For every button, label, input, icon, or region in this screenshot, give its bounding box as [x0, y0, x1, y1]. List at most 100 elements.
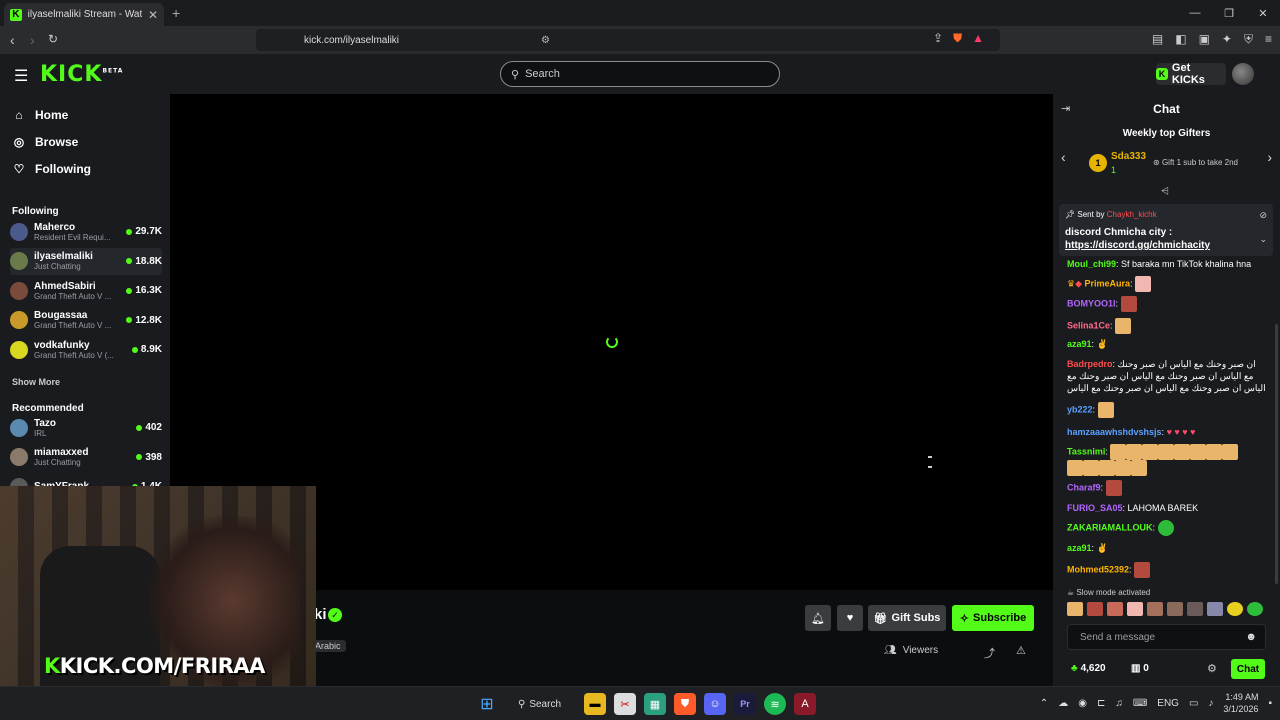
close-tab-icon[interactable]: ✕ [148, 8, 158, 22]
search-input[interactable]: ⚲ Search [500, 61, 780, 87]
send-chat-button[interactable]: Chat [1231, 659, 1265, 679]
emote-icon[interactable] [1127, 602, 1143, 616]
live-dot-icon [136, 424, 143, 431]
taskbar-apps: ⊞ ⚲ Search ▬ ✂ ▦ ⛊ ☺ Pr ≋ A [476, 693, 816, 715]
get-kicks-button[interactable]: K Get KICKs [1156, 62, 1226, 86]
sidebar-channel[interactable]: ilyaselmaliki Just Chatting 18.8K [10, 247, 162, 275]
subscribe-button[interactable]: ✧ Subscribe [952, 605, 1034, 631]
nav-home[interactable]: ⌂ Home [12, 108, 68, 122]
microphone-icon[interactable]: ♫ [1115, 698, 1123, 709]
brave-browser-icon[interactable]: ⛊ [674, 693, 696, 715]
back-button[interactable]: ‹ [10, 32, 15, 48]
discord-icon[interactable]: ☺ [704, 693, 726, 715]
emote-icon[interactable] [1167, 602, 1183, 616]
menu-icon[interactable]: ≡ [1265, 32, 1272, 47]
vpn-icon[interactable]: ⛨ [1244, 32, 1253, 47]
wallet-icon[interactable]: ▣ [1199, 32, 1210, 47]
reload-button[interactable]: ↻ [48, 32, 58, 46]
gift-balance[interactable]: ▥ 0 [1131, 663, 1149, 674]
gift-subs-button[interactable]: 🎁︎ Gift Subs [868, 605, 946, 631]
emote-icon[interactable] [1227, 602, 1243, 616]
sidebar-channel[interactable]: Bougassaa Grand Theft Auto V ... 12.8K [10, 307, 162, 334]
brave-rewards-icon[interactable]: ▲ [972, 31, 984, 46]
sidebar-channel[interactable]: AhmedSabiri Grand Theft Auto V ... 16.3K [10, 277, 162, 304]
nav-following[interactable]: ♡ Following [12, 162, 91, 176]
sidebar-channel[interactable]: vodkafunky Grand Theft Auto V (... 8.9K [10, 336, 162, 363]
gifters-next-icon[interactable]: › [1267, 149, 1272, 165]
emote-icon[interactable] [1087, 602, 1103, 616]
nav-browse[interactable]: ◎ Browse [12, 135, 79, 149]
channel-name: Bougassaa [34, 310, 88, 321]
leo-ai-icon[interactable]: ✦ [1222, 32, 1232, 47]
tab-title: ilyaselmaliki Stream - Watch Live [27, 9, 142, 20]
premiere-pro-icon[interactable]: Pr [734, 693, 756, 715]
address-bar[interactable]: ⚙ kick.com/ilyaselmaliki ⇪ ⛊ ▲ [256, 29, 1000, 51]
site-settings-icon[interactable]: ⚙ [541, 35, 550, 46]
follow-heart-button[interactable]: ♥ [837, 605, 863, 631]
chat-message-input[interactable]: Send a message ☻ [1067, 624, 1266, 650]
chevron-up-icon[interactable]: ⌃ [1040, 698, 1048, 709]
reader-icon[interactable]: ▤ [1152, 32, 1163, 47]
hamburger-menu-icon[interactable]: ☰ [14, 66, 28, 86]
viewers-label: Viewers [902, 645, 939, 656]
gifters-prev-icon[interactable]: ‹ [1061, 149, 1066, 165]
app-tray-icon[interactable]: ◉ [1078, 698, 1087, 709]
filter-icon[interactable]: ⩤ [1161, 186, 1169, 197]
drag-handle[interactable] [928, 456, 932, 468]
chat-scrollbar[interactable] [1275, 324, 1278, 584]
user-avatar[interactable] [1232, 63, 1254, 85]
share-icon[interactable]: ⤴ [984, 645, 995, 661]
volume-icon[interactable]: ♪ [1208, 698, 1213, 709]
chat-settings-icon[interactable]: ⚙ [1207, 662, 1217, 675]
sidebar-channel[interactable]: Maherco Resident Evil Requi... 29.7K [10, 218, 162, 245]
emote-icon[interactable] [1247, 602, 1263, 616]
minimize-button[interactable]: — [1178, 0, 1212, 26]
show-more-button[interactable]: Show More [12, 377, 60, 387]
channel-category: Grand Theft Auto V (... [34, 350, 114, 360]
notification-bell-button[interactable]: 🔔︎ [805, 605, 831, 631]
share-page-icon[interactable]: ⇪ [933, 31, 943, 46]
app-icon[interactable]: A [794, 693, 816, 715]
windows-start-icon[interactable]: ⊞ [476, 693, 498, 715]
gift-hint[interactable]: ⊛ Gift 1 sub to take 2nd [1153, 158, 1238, 167]
emote-icon[interactable] [1207, 602, 1223, 616]
forward-button[interactable]: › [30, 32, 35, 48]
channel-info: miamaxxed Just Chatting [34, 447, 130, 467]
taskbar-search-button[interactable]: ⚲ Search [506, 693, 576, 715]
file-explorer-icon[interactable]: ▬ [584, 693, 606, 715]
emote-icon[interactable] [1147, 602, 1163, 616]
restore-button[interactable]: ❐ [1212, 0, 1246, 26]
close-window-button[interactable]: ✕ [1246, 0, 1280, 26]
sidebar-toggle-icon[interactable]: ◧ [1175, 32, 1186, 47]
app-icon[interactable]: ▦ [644, 693, 666, 715]
search-icon: ⚲ [518, 698, 526, 710]
sidebar-channel[interactable]: Tazo IRL 402 [10, 414, 162, 441]
emoji-picker-icon[interactable]: ☻ [1245, 631, 1257, 643]
browser-tab[interactable]: K ilyaselmaliki Stream - Watch Live ✕ [4, 3, 164, 26]
network-icon[interactable]: ▭ [1189, 698, 1198, 709]
spotify-icon[interactable]: ≋ [764, 693, 786, 715]
emote-icon[interactable] [1187, 602, 1203, 616]
kick-logo[interactable]: KICKBETA [40, 62, 123, 87]
emote-icon[interactable] [1107, 602, 1123, 616]
keyboard-icon[interactable]: ⌨ [1133, 698, 1147, 709]
expand-pinned-icon[interactable]: ⌄ [1259, 234, 1267, 245]
language-indicator[interactable]: ENG [1157, 698, 1179, 709]
pinned-link[interactable]: https://discord.gg/chmichacity [1065, 239, 1210, 252]
live-dot-icon [126, 317, 133, 323]
brave-shield-icon[interactable]: ⛊ [953, 31, 962, 46]
channel-category: IRL [34, 428, 47, 438]
cloud-icon[interactable]: ☁ [1058, 698, 1068, 709]
top-gifter-name[interactable]: Sda333 [1111, 151, 1146, 162]
sidebar-channel[interactable]: miamaxxed Just Chatting 398 [10, 444, 162, 471]
kicks-balance[interactable]: ♣ 4,620 [1071, 663, 1106, 674]
snipping-tool-icon[interactable]: ✂ [614, 693, 636, 715]
unpin-icon[interactable]: ⊘ [1259, 210, 1267, 221]
report-icon[interactable]: ⚠ [1016, 644, 1026, 657]
emote-icon[interactable] [1067, 602, 1083, 616]
new-tab-button[interactable]: + [172, 5, 180, 21]
clock[interactable]: 1:49 AM 3/1/2026 [1223, 691, 1258, 715]
usb-icon[interactable]: ⊏ [1097, 698, 1105, 709]
notifications-icon[interactable]: ▪ [1268, 698, 1272, 709]
chat-message: BOMYOO1I: [1067, 296, 1267, 312]
